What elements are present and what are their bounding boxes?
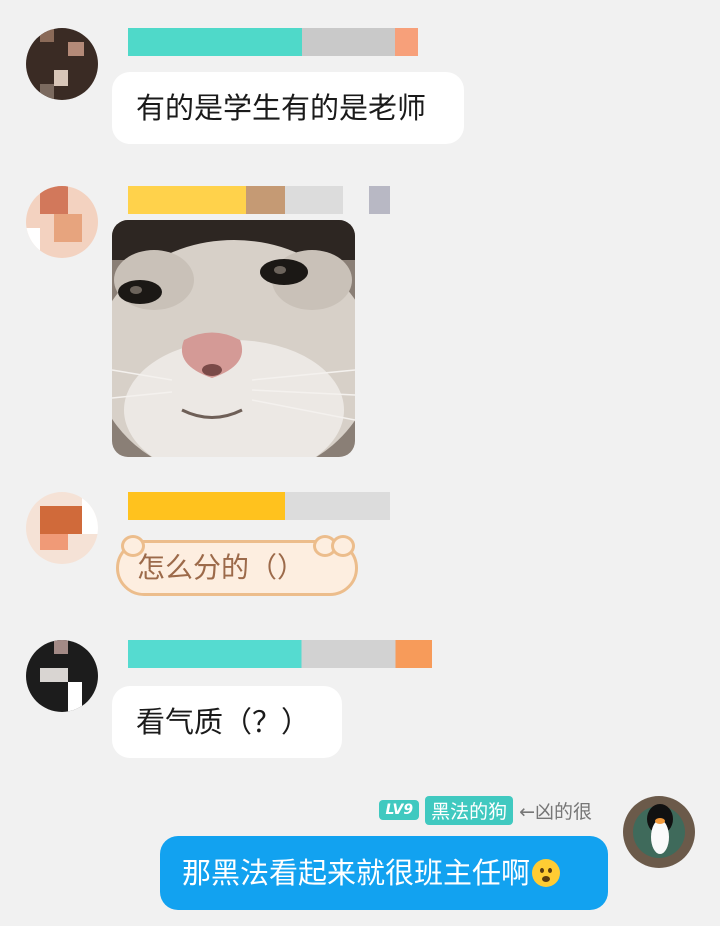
message-text: 看气质（？） — [136, 705, 311, 739]
sender-name-blurred — [128, 28, 418, 56]
message-text: 怎么分的（） — [137, 551, 306, 584]
cat-photo[interactable] — [112, 220, 355, 457]
avatar[interactable] — [26, 28, 98, 100]
sender-name-blurred — [128, 640, 432, 668]
message-text: 有的是学生有的是老师 — [136, 91, 427, 125]
bubble-ear-decoration — [331, 535, 355, 557]
self-avatar[interactable] — [623, 796, 695, 868]
bubble-ear-decoration — [121, 535, 145, 557]
message-bubble[interactable]: 看气质（？） — [112, 686, 342, 758]
self-sender-meta: LV9 黑法的狗 ←凶的很 — [379, 795, 592, 825]
level-badge: LV9 — [379, 800, 420, 820]
message-bubble-decorated[interactable]: 怎么分的（） — [116, 535, 358, 596]
sender-name-blurred — [128, 492, 390, 520]
avatar[interactable] — [26, 492, 98, 564]
sender-name-blurred — [128, 186, 390, 214]
message-text: 那黑法看起来就很班主任啊 — [182, 856, 531, 890]
cat-photo-graphic — [112, 220, 355, 457]
sender-remark: ←凶的很 — [519, 800, 592, 823]
group-title: 黑法的狗 — [425, 795, 514, 825]
avatar[interactable] — [26, 640, 98, 712]
avatar[interactable] — [26, 186, 98, 258]
self-message-bubble[interactable]: 那黑法看起来就很班主任啊 — [160, 836, 608, 910]
sad-face-emoji-icon — [532, 859, 561, 887]
message-bubble[interactable]: 有的是学生有的是老师 — [112, 72, 464, 144]
